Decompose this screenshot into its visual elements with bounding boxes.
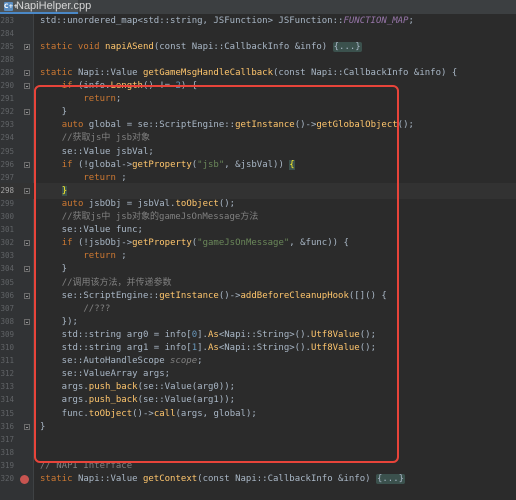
collapse-fold-icon[interactable] (24, 161, 30, 168)
collapse-fold-icon[interactable] (24, 109, 30, 116)
code-line[interactable]: 320 static Napi::Value getContext(const N… (0, 471, 516, 487)
collapse-fold-icon[interactable] (24, 69, 30, 76)
collapse-fold-icon[interactable] (24, 83, 30, 89)
code-text: static Napi::Value getContext(const Napi… (40, 474, 406, 484)
collapse-fold-icon[interactable] (24, 187, 30, 194)
line-number: 320 (0, 474, 14, 483)
folded-code-region[interactable]: {...} (375, 474, 406, 484)
breakpoint-icon[interactable] (20, 474, 29, 484)
folded-code-region[interactable]: {...} (332, 41, 362, 52)
collapse-fold-icon[interactable] (24, 318, 30, 325)
collapse-fold-icon[interactable] (24, 292, 30, 299)
collapse-fold-icon[interactable] (24, 423, 30, 430)
file-tab-label: NapiHelper.cpp (16, 0, 92, 12)
collapse-fold-icon[interactable] (24, 266, 30, 273)
expand-fold-icon[interactable] (24, 43, 30, 50)
code-editor[interactable]: 283 std::unordered_map<std::string, JSFun… (0, 14, 516, 500)
collapse-fold-icon[interactable] (24, 240, 30, 247)
cpp-file-icon: C++ (4, 2, 19, 11)
